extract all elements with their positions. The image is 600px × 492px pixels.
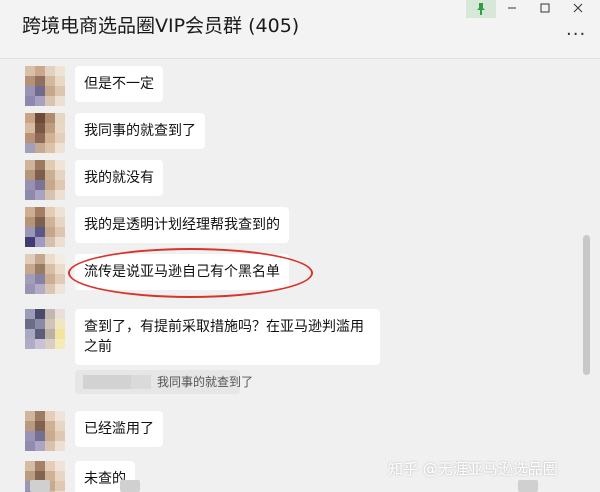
pin-icon[interactable] bbox=[466, 0, 496, 18]
message-bubble: 已经滥用了 bbox=[75, 411, 163, 447]
avatar[interactable] bbox=[25, 66, 65, 106]
more-icon[interactable]: ··· bbox=[566, 24, 586, 45]
avatar[interactable] bbox=[25, 309, 65, 349]
emoji-icon[interactable] bbox=[30, 480, 50, 492]
message-bubble: 我的是透明计划经理帮我查到的 bbox=[75, 207, 289, 243]
message-bubble: 查到了，有提前采取措施吗？在亚马逊判滥用之前 bbox=[75, 309, 380, 365]
watermark: 知乎 @无涯亚马逊选品圈 bbox=[388, 460, 558, 478]
message-bubble: 但是不一定 bbox=[75, 66, 163, 102]
minimize-icon[interactable] bbox=[500, 0, 524, 16]
message-list[interactable]: 但是不一定 我同事的就查到了 我的就没有 我的是透明计划经理帮我查到的 流传是说… bbox=[0, 59, 600, 492]
scrollbar[interactable] bbox=[583, 235, 590, 375]
toolbar-icon[interactable] bbox=[120, 480, 140, 492]
chat-title: 跨境电商选品圈VIP会员群 (405) bbox=[22, 15, 300, 37]
avatar[interactable] bbox=[25, 411, 65, 451]
history-icon[interactable] bbox=[518, 480, 538, 492]
quoted-sender-tail bbox=[131, 375, 151, 389]
message-bubble: 我同事的就查到了 bbox=[75, 113, 205, 149]
quoted-message[interactable]: 我同事的就查到了 bbox=[75, 370, 253, 394]
close-icon[interactable] bbox=[566, 0, 590, 16]
maximize-icon[interactable] bbox=[533, 0, 557, 16]
quoted-text: 我同事的就查到了 bbox=[157, 375, 254, 389]
avatar[interactable] bbox=[25, 207, 65, 247]
message-bubble: 我的就没有 bbox=[75, 160, 163, 196]
chat-header: 跨境电商选品圈VIP会员群 (405) ··· bbox=[0, 0, 600, 59]
avatar[interactable] bbox=[25, 254, 65, 294]
avatar[interactable] bbox=[25, 160, 65, 200]
highlight-ellipse bbox=[68, 248, 313, 298]
quoted-sender bbox=[83, 375, 131, 389]
avatar[interactable] bbox=[25, 113, 65, 153]
